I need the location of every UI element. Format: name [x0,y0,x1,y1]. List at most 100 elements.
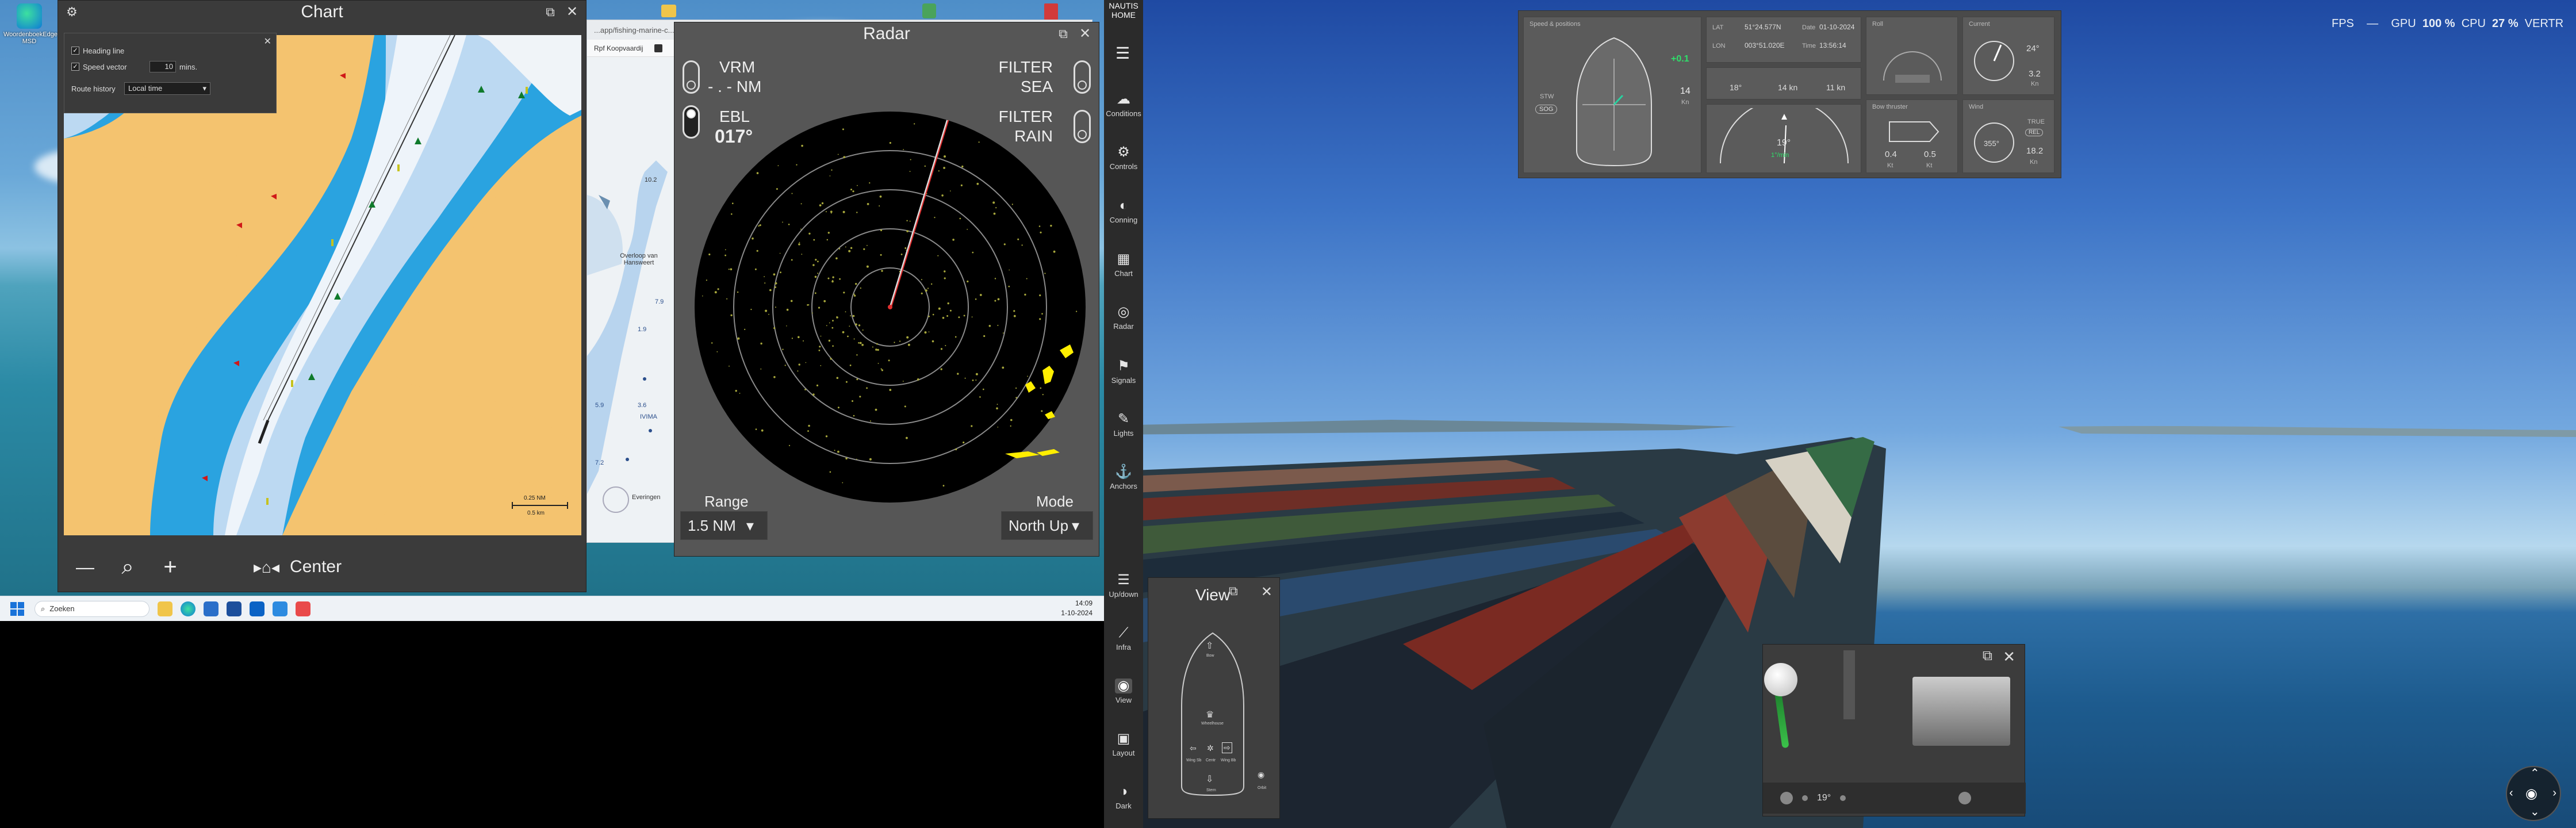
radar-window[interactable]: Radar ⧉ ✕ VRM - . - NM EBL 017° FILTER S… [674,22,1099,557]
sidebar-item-updown[interactable]: ☰ Up/down [1104,573,1143,599]
rudder-left-button[interactable] [1780,792,1793,804]
stw-label: STW [1540,93,1554,100]
bookmark-item[interactable]: Rpf Koopvaardij [594,44,643,52]
speed-header: Speed & positions [1529,21,1581,28]
desktop-shortcut[interactable]: WoordenboekEdge-MSD [3,3,60,45]
heading-value: 18° [1730,83,1742,92]
sidebar-item-dark[interactable]: ◑ Dark [1104,784,1143,811]
close-icon[interactable]: ✕ [1261,584,1272,600]
speed-vector-checkbox[interactable]: ✓ [71,63,79,71]
radar-scope[interactable] [692,109,1088,505]
camera-center-label: Centr [1206,758,1216,762]
wind-rel-toggle[interactable]: REL [2025,129,2044,136]
camera-stern-button[interactable]: ⇩ [1206,773,1213,785]
camera-bow-button[interactable]: ⇧ [1206,640,1213,651]
bow-thruster-card: Bow thruster 0.4 0.5 Kt Kt [1866,99,1958,173]
range-dropdown[interactable]: 1.5 NM ▾ [680,511,768,540]
app-icon[interactable] [273,601,288,616]
throttle-window[interactable]: ⧉ ✕ 19° [1762,644,2026,816]
rudder-right-button[interactable] [1958,792,1972,804]
current-unit: Kn [2031,80,2039,87]
popout-icon[interactable]: ⧉ [1983,648,1992,664]
outlook-icon[interactable] [250,601,264,616]
route-history-select[interactable]: Local time ▾ [124,82,210,95]
speed-vector-input[interactable]: 10 [150,61,176,72]
edge-browser-icon[interactable] [181,601,195,616]
sidebar-item-view[interactable]: ◉ View [1104,678,1143,704]
sidebar-item-radar[interactable]: ◎ Radar [1104,305,1143,331]
anchor-icon: ⚓ [1115,464,1132,480]
rudder-control-bar[interactable]: 19° [1763,783,2026,814]
speed-vector-label: Speed vector [83,62,127,71]
camera-orbit-button[interactable]: ◉ [1258,770,1264,780]
search-button[interactable]: ⌕ [113,555,142,580]
bow-thruster-label: Bow thruster [1872,103,1908,110]
windows-start-icon[interactable] [10,601,24,616]
heading-line-checkbox[interactable]: ✓ [71,47,79,55]
filter-sea-toggle[interactable] [1074,60,1091,94]
zoom-out-button[interactable]: — [71,557,99,578]
orb-left-icon[interactable]: ‹ [2509,787,2513,800]
radar-window-titlebar[interactable]: Radar ⧉ ✕ [674,22,1099,45]
edge-app-icon [17,3,42,29]
sidebar-item-infra[interactable]: ⟋ Infra [1104,626,1143,652]
taskbar-search[interactable]: ⌕ Zoeken [34,600,150,617]
zoom-in-button[interactable]: + [156,554,185,580]
pdf-file-icon[interactable] [1044,3,1058,21]
store-icon[interactable] [204,601,218,616]
center-button[interactable]: Center [290,557,342,577]
rudder-value: 19° [1777,138,1791,148]
popout-icon[interactable]: ⧉ [1056,27,1070,41]
route-history-value: Local time [128,84,163,93]
sidebar-item-controls[interactable]: ⚙ Controls [1104,145,1143,171]
sidebar-item-label: Up/down [1109,590,1138,599]
chart-window-title: Chart [301,2,343,21]
lat-label: LAT [1712,24,1724,31]
sidebar-item-lights[interactable]: ✎ Lights [1104,412,1143,438]
camera-wing-sb-button[interactable]: ⇦ [1190,743,1197,753]
settings-gear-icon[interactable]: ⚙ [65,5,79,19]
popout-icon[interactable]: ⧉ [1229,584,1238,599]
close-settings-icon[interactable]: ✕ [264,36,271,47]
sidebar-item-signals[interactable]: ⚑ Signals [1104,359,1143,385]
taskbar-clock[interactable]: 14:09 1-10-2024 [1061,599,1092,618]
camera-wheelhouse-button[interactable]: ♛ [1206,709,1214,720]
conning-panel[interactable]: ⧉ ✕ Speed & positions +0.1 14 Kn STW SOG… [1518,10,2061,178]
sidebar-item-conditions[interactable]: ☁ Conditions [1104,92,1143,118]
sidebar-item-chart[interactable]: ▦ Chart [1104,252,1143,278]
sidebar-item-anchors[interactable]: ⚓ Anchors [1104,464,1143,491]
recycle-icon[interactable] [922,3,936,18]
ship-speed-diagram [1576,37,1652,167]
hamburger-menu-icon[interactable]: ☰ [1116,44,1130,63]
chart-window[interactable]: Chart ⚙ ⧉ ✕ 0.25 NM 0.5 km ✕ ✓ Heading l… [57,0,586,592]
lat-value: 51°24.577N [1745,23,1781,31]
sidebar-item-conning[interactable]: ◐ Conning [1104,198,1143,225]
camera-center-button[interactable]: ✲ [1207,743,1214,753]
speed-position-card: Speed & positions +0.1 14 Kn STW SOG [1523,17,1701,173]
orb-right-icon[interactable]: › [2552,787,2556,800]
folder-icon[interactable] [661,5,676,17]
throttle-lever[interactable] [1763,662,1797,749]
sidebar-item-layout[interactable]: ▣ Layout [1104,731,1143,758]
orb-eye-icon: ◉ [2525,786,2537,802]
windows-taskbar: ⌕ Zoeken 14:09 1-10-2024 [0,596,1104,621]
heading-line-label: Heading line [83,46,125,55]
mode-dropdown[interactable]: North Up ▾ [1001,511,1093,540]
app-icon[interactable] [227,601,241,616]
camera-navigation-orb[interactable]: ⌃ ‹ ◉ › ⌄ [2506,766,2561,821]
roll-indicator [1883,51,1942,83]
camera-wing-bb-button[interactable]: ⇨ [1222,742,1232,753]
close-icon[interactable]: ✕ [2003,648,2015,666]
vrm-toggle[interactable] [683,60,700,94]
orb-down-icon[interactable]: ⌄ [2530,804,2540,819]
close-icon[interactable]: ✕ [1078,27,1092,41]
nautis-app-icon[interactable] [296,601,310,616]
orb-up-icon[interactable]: ⌃ [2530,766,2540,780]
file-explorer-icon[interactable] [158,601,172,616]
close-icon[interactable]: ✕ [565,5,579,19]
wind-true-toggle[interactable]: TRUE [2027,118,2045,125]
chart-window-titlebar[interactable]: Chart ⚙ ⧉ ✕ [58,1,586,24]
view-window[interactable]: View ⧉ ✕ ⇧ Bow ♛ Wheelhouse ⇦ Wing Sb ✲ … [1148,577,1280,819]
sog-toggle[interactable]: SOG [1535,105,1558,114]
popout-icon[interactable]: ⧉ [543,5,557,19]
